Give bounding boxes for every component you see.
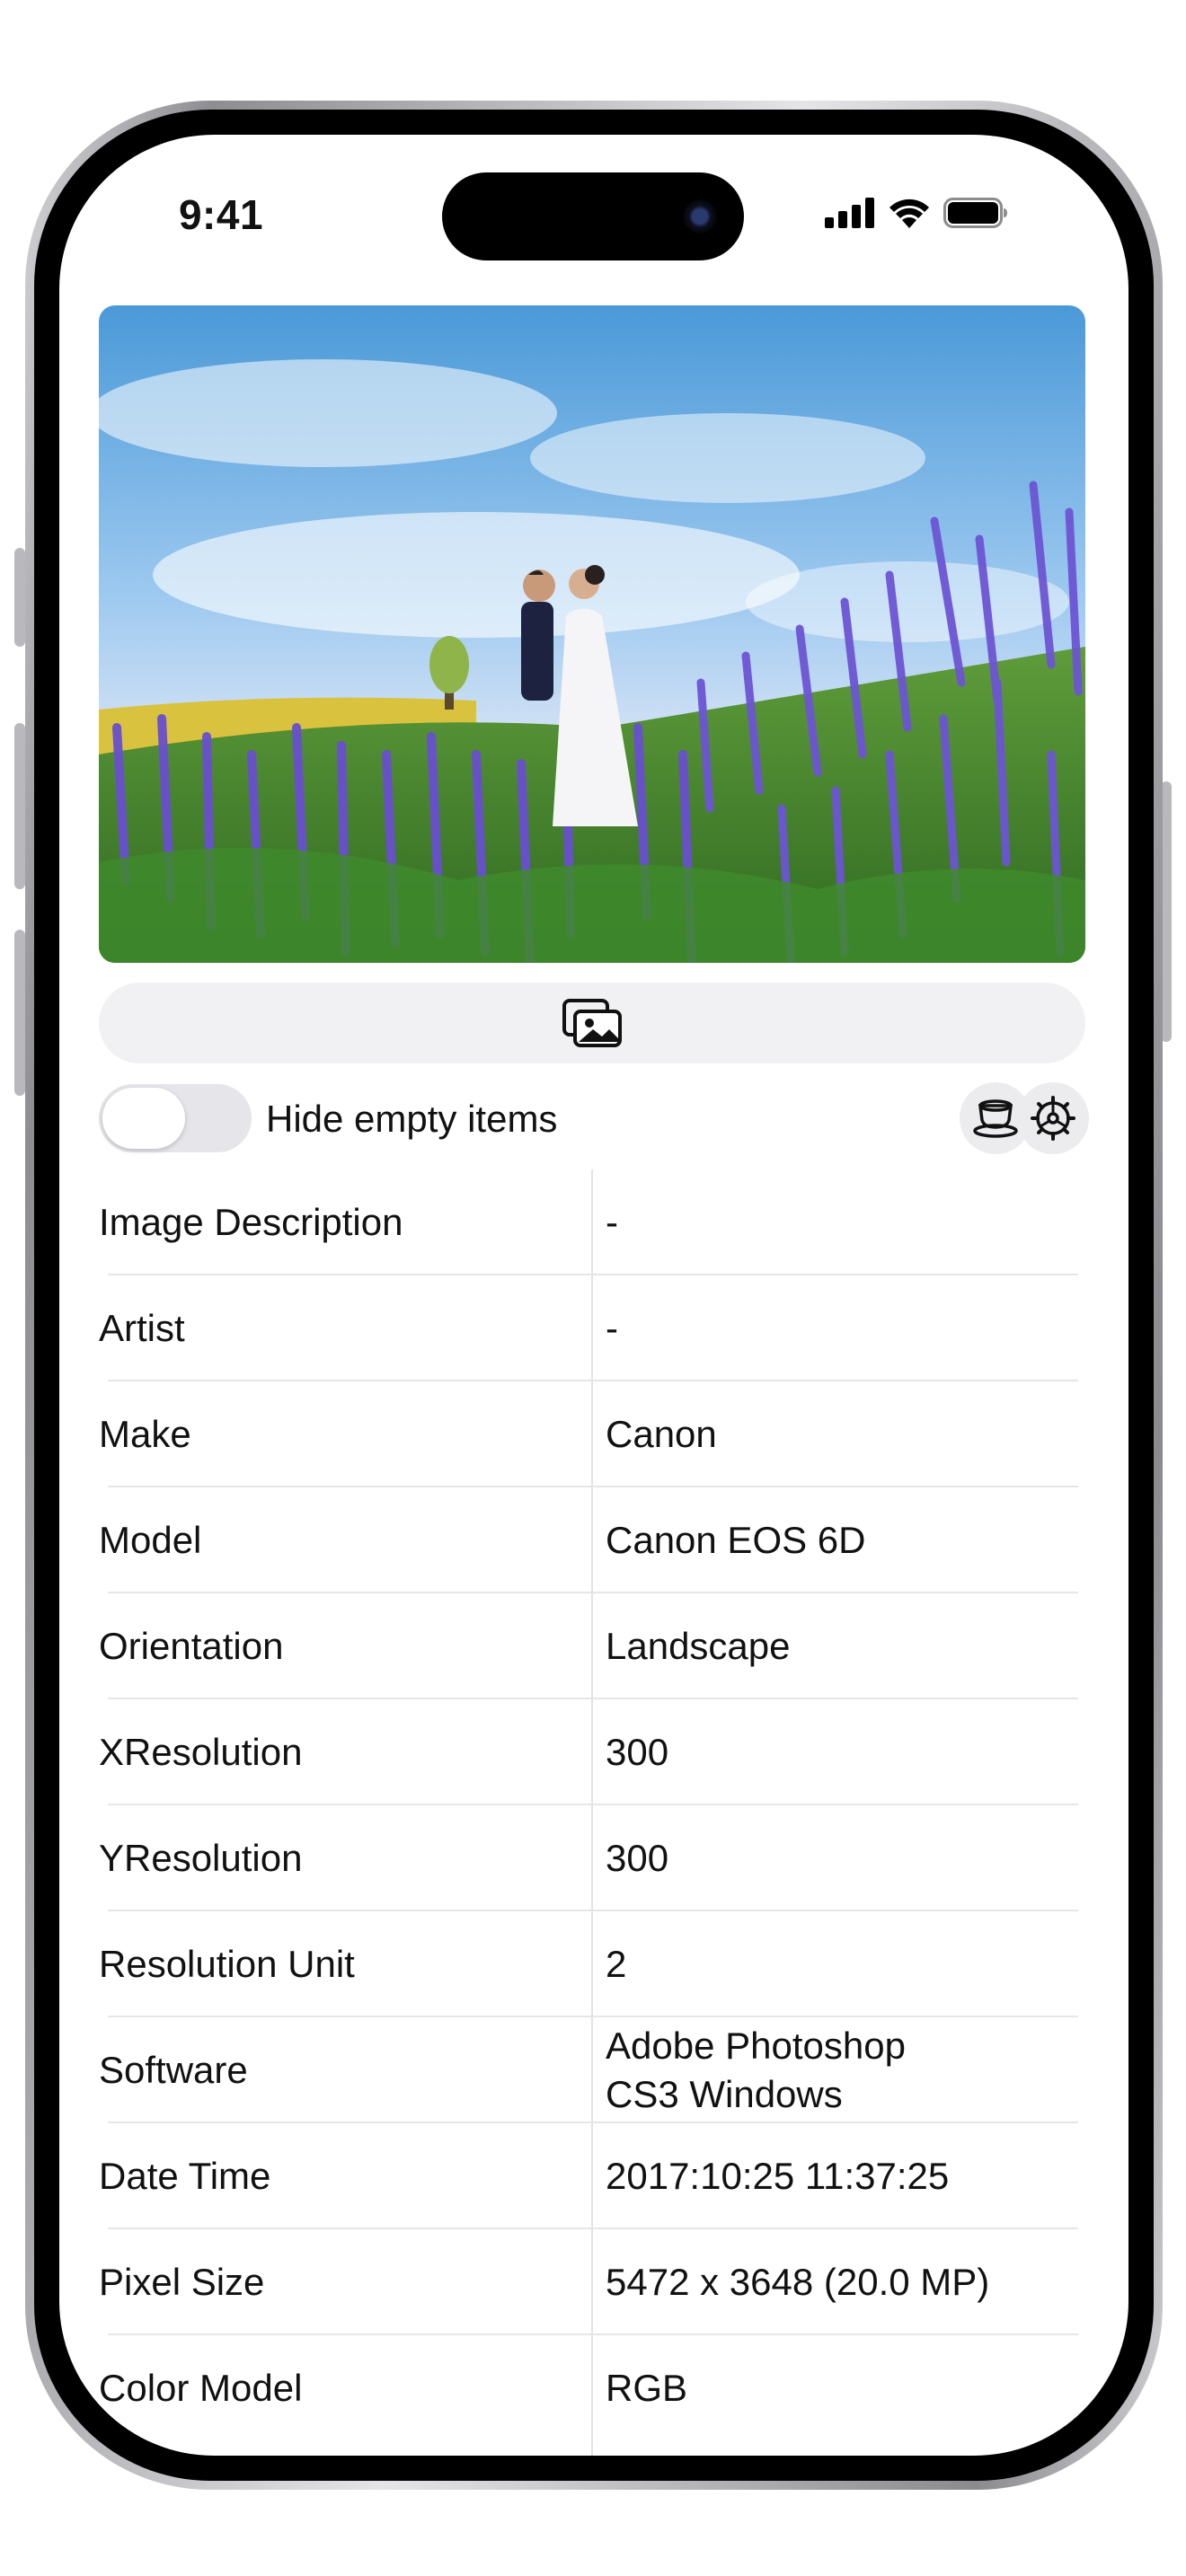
table-row[interactable]: Resolution Unit 2 [99, 1911, 1078, 2017]
row-value: 2017:10:25 11:37:25 [606, 2155, 950, 2197]
status-time: 9:41 [178, 191, 264, 238]
table-row[interactable]: YResolution 300 [99, 1805, 1078, 1911]
row-key: Software [99, 2049, 248, 2091]
table-row[interactable]: Pixel Size 5472 x 3648 (20.0 MP) [99, 2229, 1078, 2335]
row-value: 300 [606, 1837, 669, 1879]
row-value: 300 [606, 1731, 669, 1773]
row-value: RGB [606, 2367, 688, 2409]
exif-table: Image Description - Artist - Make Canon Model C… [99, 1169, 1078, 2441]
row-key: Color Model [99, 2367, 303, 2409]
row-key: XResolution [99, 1731, 303, 1773]
wifi-icon [890, 198, 929, 228]
camera-icon [683, 199, 717, 234]
row-value: - [606, 1307, 618, 1349]
row-value: Canon EOS 6D [606, 1519, 866, 1561]
table-row[interactable]: Artist - [99, 1275, 1078, 1381]
hide-empty-label: Hide empty items [266, 1098, 558, 1140]
status-icons [825, 198, 1008, 228]
table-row[interactable]: Model Canon EOS 6D [99, 1487, 1078, 1593]
table-row[interactable]: Make Canon [99, 1381, 1078, 1487]
row-key: Date Time [99, 2155, 271, 2197]
table-row[interactable]: Image Description - [99, 1169, 1078, 1275]
photo-image [99, 305, 1085, 963]
photo-stack-icon [562, 999, 622, 1047]
row-value: Landscape [606, 1625, 791, 1667]
table-row[interactable]: XResolution 300 [99, 1699, 1078, 1805]
cellular-signal-icon [825, 198, 874, 228]
toggle-knob[interactable] [102, 1088, 185, 1149]
row-value: - [606, 1201, 618, 1243]
row-key: Make [99, 1413, 191, 1455]
volume-down-button[interactable] [14, 930, 25, 1096]
row-key: Orientation [99, 1625, 284, 1667]
action-button[interactable] [14, 548, 25, 647]
table-row[interactable]: Software Adobe Photoshop CS3 Windows [99, 2017, 1078, 2123]
coffee-cup-icon [973, 1099, 1018, 1138]
row-key: Artist [99, 1307, 185, 1349]
photo-preview[interactable] [99, 305, 1085, 963]
volume-up-button[interactable] [14, 723, 25, 889]
row-value: Adobe Photoshop CS3 Windows [606, 2025, 906, 2115]
row-key: Resolution Unit [99, 1943, 355, 1985]
row-key: Image Description [99, 1201, 403, 1243]
hide-empty-toggle[interactable] [99, 1084, 252, 1152]
table-row[interactable]: Date Time 2017:10:25 11:37:25 [99, 2123, 1078, 2229]
row-value: 5472 x 3648 (20.0 MP) [606, 2261, 990, 2303]
row-value: 2 [606, 1943, 627, 1985]
row-value: Canon [606, 1413, 717, 1455]
table-row[interactable]: Orientation Landscape [99, 1593, 1078, 1699]
row-key: Pixel Size [99, 2261, 265, 2303]
choose-photo-button[interactable] [99, 983, 1085, 1063]
row-key: Model [99, 1519, 202, 1561]
table-row[interactable]: Color Model RGB [99, 2335, 1078, 2441]
dynamic-island [442, 172, 744, 260]
settings-button[interactable] [1017, 1082, 1089, 1154]
row-key: YResolution [99, 1837, 303, 1879]
screen: 9:41 Hide empty items Image Description … [59, 135, 1128, 2456]
battery-icon [943, 198, 1007, 228]
gear-icon [1031, 1096, 1075, 1141]
